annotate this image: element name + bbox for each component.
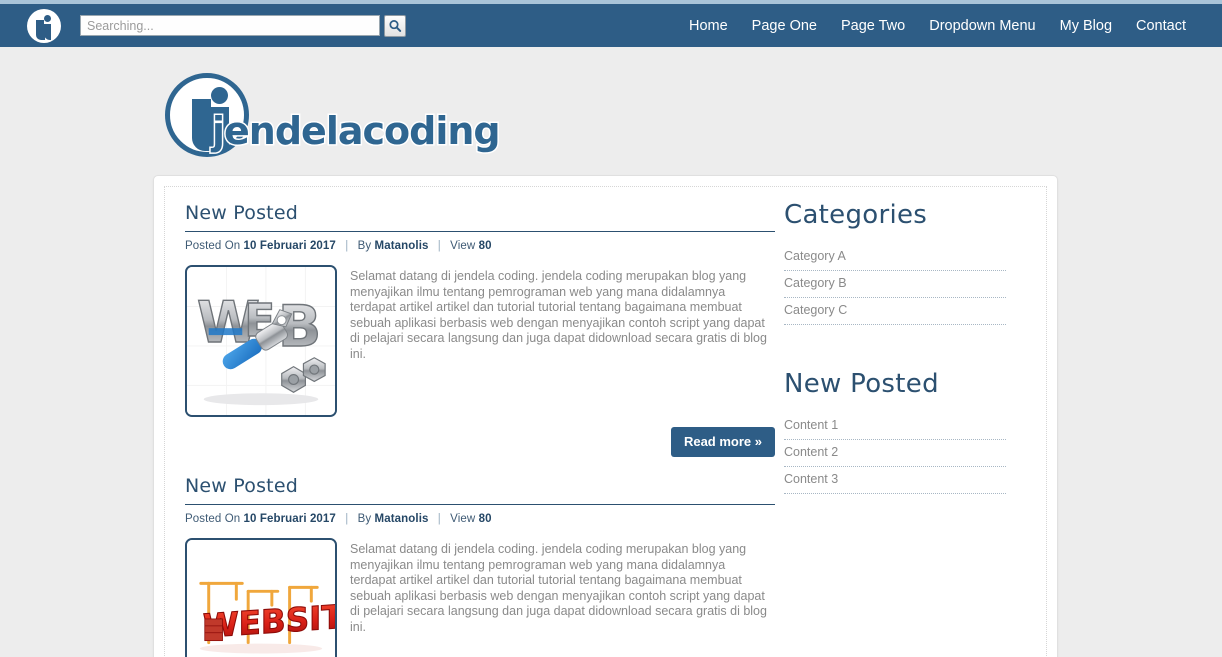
post-article: New Posted Posted On 10 Februari 2017 | …	[185, 202, 775, 457]
post-by-label: By	[357, 240, 372, 252]
post-posted-on-label: Posted On	[185, 513, 241, 525]
meta-separator: |	[345, 513, 349, 525]
post-title: New Posted	[185, 475, 775, 505]
sidebar-categories-title: Categories	[784, 200, 928, 230]
brand-j-dot	[44, 14, 51, 22]
sidebar-item-content-3[interactable]: Content 3	[784, 467, 1006, 494]
post-excerpt: Selamat datang di jendela coding. jendel…	[350, 542, 767, 634]
post-date: 10 Februari 2017	[243, 513, 336, 525]
search-input[interactable]	[80, 15, 380, 36]
post-title: New Posted	[185, 202, 775, 232]
logo-j-dot	[211, 87, 228, 104]
meta-separator: |	[437, 513, 441, 525]
post-article: New Posted Posted On 10 Februari 2017 | …	[185, 475, 775, 657]
web-3d-metallic-text-with-wrench-icon: W E B	[187, 267, 335, 415]
post-thumbnail[interactable]: W E B	[185, 265, 337, 417]
read-more-row: Read more »	[185, 427, 775, 457]
meta-separator: |	[345, 240, 349, 252]
site-logo-wordmark: jendelacoding	[211, 108, 503, 155]
main-navigation: Home Page One Page Two Dropdown Menu My …	[689, 18, 1186, 34]
sidebar-item-category-c[interactable]: Category C	[784, 298, 1006, 325]
post-view-label: View	[450, 513, 476, 525]
post-thumbnail[interactable]: WEBSITE WEBSITE	[185, 538, 337, 657]
nav-item-page-two[interactable]: Page Two	[841, 18, 905, 34]
website-3d-red-text-with-cranes-icon: WEBSITE WEBSITE	[187, 540, 335, 657]
search-button[interactable]	[384, 14, 406, 37]
nav-item-contact[interactable]: Contact	[1136, 18, 1186, 34]
post-posted-on-label: Posted On	[185, 240, 241, 252]
post-body: WEBSITE WEBSITE Selamat datang di jendel…	[185, 538, 774, 657]
brand-j-stem	[44, 23, 51, 40]
post-date: 10 Februari 2017	[243, 240, 336, 252]
read-more-button[interactable]: Read more »	[670, 427, 775, 457]
posts-column: New Posted Posted On 10 Februari 2017 | …	[154, 176, 775, 657]
site-logo[interactable]: jendelacoding	[160, 71, 502, 169]
nav-item-page-one[interactable]: Page One	[752, 18, 817, 34]
nav-item-home[interactable]: Home	[689, 18, 728, 34]
sidebar-item-category-a[interactable]: Category A	[784, 244, 1006, 271]
post-view-count: 80	[478, 513, 492, 525]
sidebar: Categories Category A Category B Categor…	[774, 176, 1024, 657]
sidebar-item-category-b[interactable]: Category B	[784, 271, 1006, 298]
post-view-label: View	[450, 240, 476, 252]
brand-j-flag	[36, 19, 44, 33]
logo-j-flag	[192, 99, 211, 136]
post-view-count: 80	[478, 240, 492, 252]
nav-item-my-blog[interactable]: My Blog	[1060, 18, 1112, 34]
post-excerpt: Selamat datang di jendela coding. jendel…	[350, 269, 767, 361]
top-navigation-bar: Home Page One Page Two Dropdown Menu My …	[0, 0, 1222, 47]
meta-separator: |	[437, 240, 441, 252]
brand-j-circle-icon[interactable]	[27, 8, 61, 43]
post-by-label: By	[357, 513, 372, 525]
search-area	[80, 14, 406, 37]
post-body: W E B Selamat datang di jendela coding. …	[185, 265, 774, 417]
brand-j-hook	[36, 32, 45, 40]
sidebar-item-content-1[interactable]: Content 1	[784, 413, 1006, 440]
sidebar-new-posted-title: New Posted	[784, 369, 939, 399]
post-meta: Posted On 10 Februari 2017 | By Matanoli…	[185, 240, 774, 252]
post-author[interactable]: Matanolis	[375, 513, 429, 525]
post-meta: Posted On 10 Februari 2017 | By Matanoli…	[185, 513, 774, 525]
content-card: New Posted Posted On 10 Februari 2017 | …	[153, 175, 1058, 657]
sidebar-item-content-2[interactable]: Content 2	[784, 440, 1006, 467]
nav-item-dropdown-menu[interactable]: Dropdown Menu	[929, 18, 1035, 34]
post-author[interactable]: Matanolis	[375, 240, 429, 252]
search-magnifier-icon	[389, 19, 402, 32]
